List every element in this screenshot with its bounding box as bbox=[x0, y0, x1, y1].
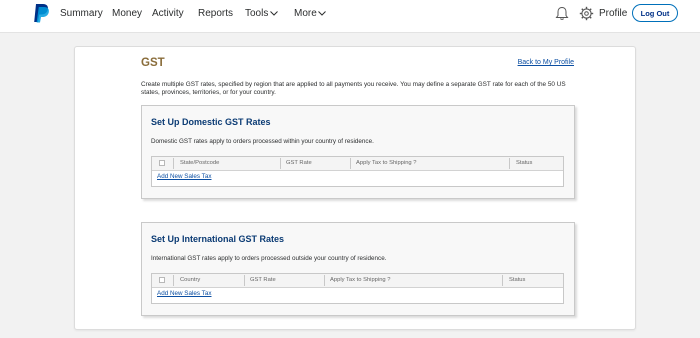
select-all-checkbox[interactable] bbox=[159, 277, 165, 283]
content-card: GST Back to My Profile Create multiple G… bbox=[74, 46, 636, 330]
column-divider bbox=[173, 158, 174, 169]
column-header-apply-tax: Apply Tax to Shipping ? bbox=[356, 160, 417, 166]
column-divider bbox=[244, 275, 245, 286]
column-divider bbox=[502, 275, 503, 286]
nav-summary[interactable]: Summary bbox=[60, 8, 103, 19]
notification-bell-icon[interactable] bbox=[555, 6, 569, 21]
international-section-title: Set Up International GST Rates bbox=[151, 234, 285, 244]
intro-text: Create multiple GST rates, specified by … bbox=[141, 81, 566, 97]
top-navigation: Summary Money Activity Reports Tools Mor… bbox=[0, 0, 700, 33]
international-rates-table: Country GST Rate Apply Tax to Shipping ?… bbox=[151, 273, 564, 304]
international-gst-section: Set Up International GST Rates Internati… bbox=[141, 222, 575, 316]
nav-tools[interactable]: Tools bbox=[245, 8, 268, 19]
nav-more[interactable]: More bbox=[294, 8, 317, 19]
add-international-tax-link[interactable]: Add New Sales Tax bbox=[157, 290, 212, 297]
add-domestic-tax-link[interactable]: Add New Sales Tax bbox=[157, 173, 212, 180]
nav-activity[interactable]: Activity bbox=[152, 8, 184, 19]
column-divider bbox=[509, 158, 510, 169]
column-header-gst-rate: GST Rate bbox=[286, 160, 312, 166]
paypal-logo-icon[interactable] bbox=[33, 3, 50, 23]
column-header-apply-tax: Apply Tax to Shipping ? bbox=[330, 277, 391, 283]
column-header-state: State/Postcode bbox=[180, 160, 220, 166]
column-header-country: Country bbox=[180, 277, 201, 283]
logout-button[interactable]: Log Out bbox=[632, 4, 678, 22]
tools-chevron-down-icon[interactable] bbox=[270, 11, 278, 16]
domestic-gst-section: Set Up Domestic GST Rates Domestic GST r… bbox=[141, 105, 575, 199]
nav-profile[interactable]: Profile bbox=[599, 8, 627, 19]
table-header: State/Postcode GST Rate Apply Tax to Shi… bbox=[152, 157, 563, 171]
nav-money[interactable]: Money bbox=[112, 8, 142, 19]
page-title: GST bbox=[141, 57, 165, 69]
domestic-section-title: Set Up Domestic GST Rates bbox=[151, 117, 271, 127]
column-divider bbox=[324, 275, 325, 286]
column-divider bbox=[350, 158, 351, 169]
column-divider bbox=[173, 275, 174, 286]
international-section-description: International GST rates apply to orders … bbox=[151, 255, 387, 262]
domestic-rates-table: State/Postcode GST Rate Apply Tax to Shi… bbox=[151, 156, 564, 187]
back-to-profile-link[interactable]: Back to My Profile bbox=[518, 59, 574, 66]
column-header-status: Status bbox=[509, 277, 526, 283]
column-header-status: Status bbox=[516, 160, 533, 166]
column-header-gst-rate: GST Rate bbox=[250, 277, 276, 283]
table-header: Country GST Rate Apply Tax to Shipping ?… bbox=[152, 274, 563, 288]
select-all-checkbox[interactable] bbox=[159, 160, 165, 166]
domestic-section-description: Domestic GST rates apply to orders proce… bbox=[151, 138, 374, 145]
more-chevron-down-icon[interactable] bbox=[318, 11, 326, 16]
column-divider bbox=[280, 158, 281, 169]
nav-reports[interactable]: Reports bbox=[198, 8, 233, 19]
settings-gear-icon[interactable] bbox=[579, 6, 594, 21]
